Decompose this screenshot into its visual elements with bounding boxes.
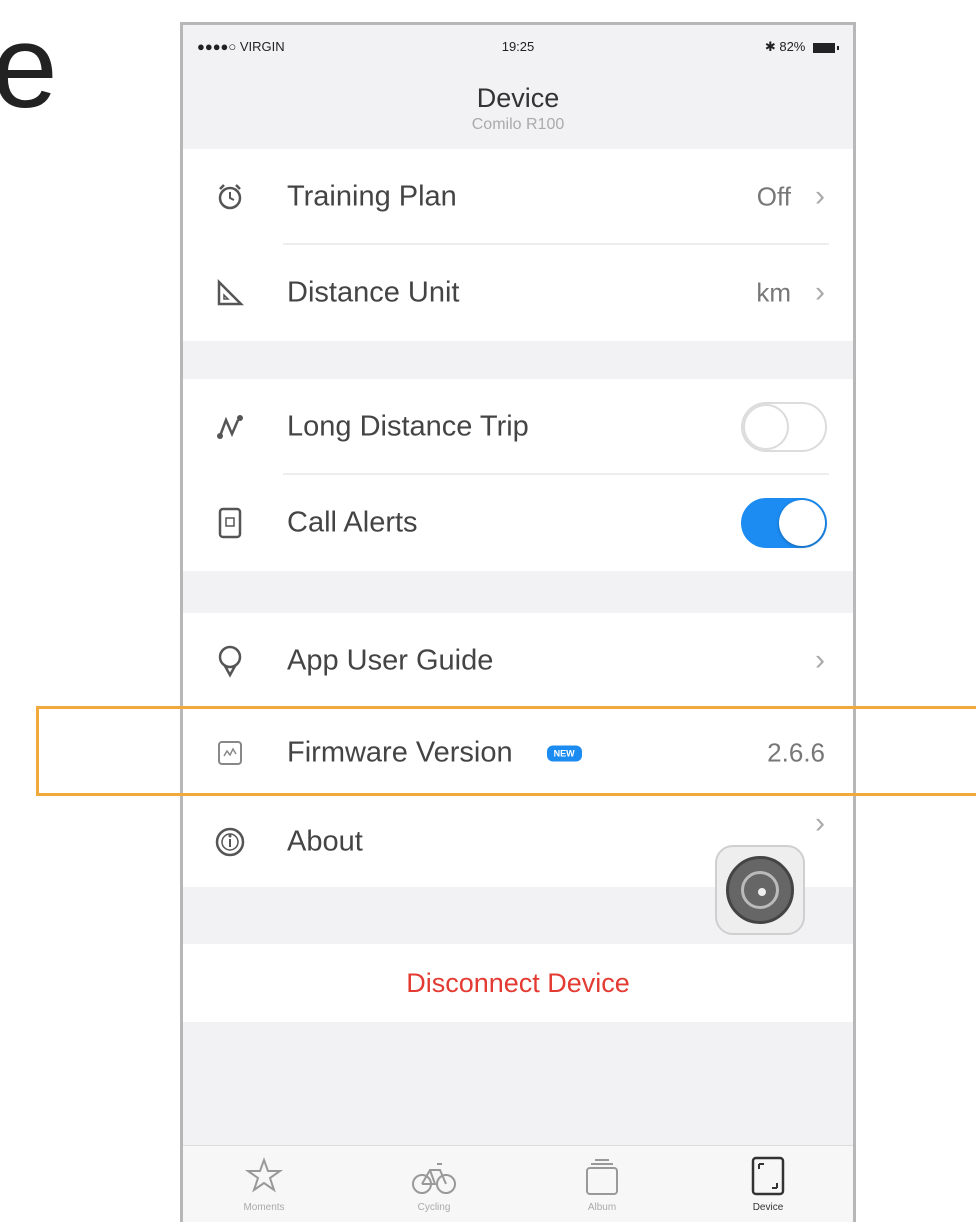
alarm-clock-icon xyxy=(213,180,247,214)
ruler-triangle-icon xyxy=(213,276,247,310)
call-alerts-toggle[interactable] xyxy=(741,498,827,548)
star-icon xyxy=(239,1154,289,1198)
phone-screen: ●●●●○ VIRGIN 19:25 ✱ 82% Device Comilo R… xyxy=(180,22,856,1222)
tab-album[interactable]: Album xyxy=(547,1154,657,1213)
device-model-subtitle: Comilo R100 xyxy=(471,116,565,133)
app-user-guide-row[interactable]: App User Guide › xyxy=(183,613,853,709)
chevron-right-icon: › xyxy=(815,643,825,677)
battery-status: ✱ 82% xyxy=(764,39,839,55)
tab-cycling-label: Cycling xyxy=(417,1202,451,1213)
firmware-highlight-box xyxy=(36,706,976,796)
distance-unit-value: km xyxy=(756,277,791,308)
album-stack-icon xyxy=(577,1154,627,1198)
tab-device[interactable]: Device xyxy=(713,1154,823,1213)
settings-group-features: Long Distance Trip Call Alerts xyxy=(183,379,853,571)
about-label: About xyxy=(287,825,363,858)
navigation-bar: Device Comilo R100 xyxy=(183,69,853,143)
app-user-guide-label: App User Guide xyxy=(287,644,494,677)
training-plan-label: Training Plan xyxy=(287,180,457,213)
chevron-right-icon: › xyxy=(815,179,825,213)
battery-percent: 82% xyxy=(779,39,806,54)
page-title: Device xyxy=(476,83,560,113)
call-alerts-label: Call Alerts xyxy=(287,506,418,539)
training-plan-value: Off xyxy=(756,181,791,212)
call-alerts-row: Call Alerts xyxy=(183,475,853,571)
settings-group-general: Training Plan Off › Distance Unit km › xyxy=(183,149,853,341)
bicycle-icon xyxy=(409,1154,459,1198)
device-frame-icon xyxy=(743,1154,793,1198)
tab-cycling[interactable]: Cycling xyxy=(379,1154,489,1213)
assistive-touch-button[interactable] xyxy=(715,845,805,935)
long-distance-trip-toggle[interactable] xyxy=(741,402,827,452)
tab-bar: Moments Cycling Album Device xyxy=(183,1145,853,1222)
training-plan-row[interactable]: Training Plan Off › xyxy=(183,149,853,245)
tab-moments[interactable]: Moments xyxy=(209,1154,319,1213)
tab-device-label: Device xyxy=(752,1202,784,1213)
phone-device-icon xyxy=(213,506,247,540)
tab-moments-label: Moments xyxy=(243,1202,285,1213)
distance-unit-label: Distance Unit xyxy=(287,276,460,309)
lightbulb-icon xyxy=(213,644,247,678)
tab-album-label: Album xyxy=(587,1202,617,1213)
distance-unit-row[interactable]: Distance Unit km › xyxy=(183,245,853,341)
status-bar: ●●●●○ VIRGIN 19:25 ✱ 82% xyxy=(183,25,853,69)
disconnect-device-button[interactable]: Disconnect Device xyxy=(183,944,853,1022)
battery-icon xyxy=(813,42,839,53)
info-circle-icon xyxy=(213,825,247,859)
route-icon xyxy=(213,410,247,444)
chevron-right-icon: › xyxy=(815,275,825,309)
chevron-right-icon: › xyxy=(815,806,825,840)
bluetooth-icon: ✱ xyxy=(764,39,776,54)
long-distance-trip-row: Long Distance Trip xyxy=(183,379,853,475)
long-distance-trip-label: Long Distance Trip xyxy=(287,410,529,443)
status-time: 19:25 xyxy=(501,39,535,54)
slide-title-fragment: e xyxy=(0,1,58,133)
